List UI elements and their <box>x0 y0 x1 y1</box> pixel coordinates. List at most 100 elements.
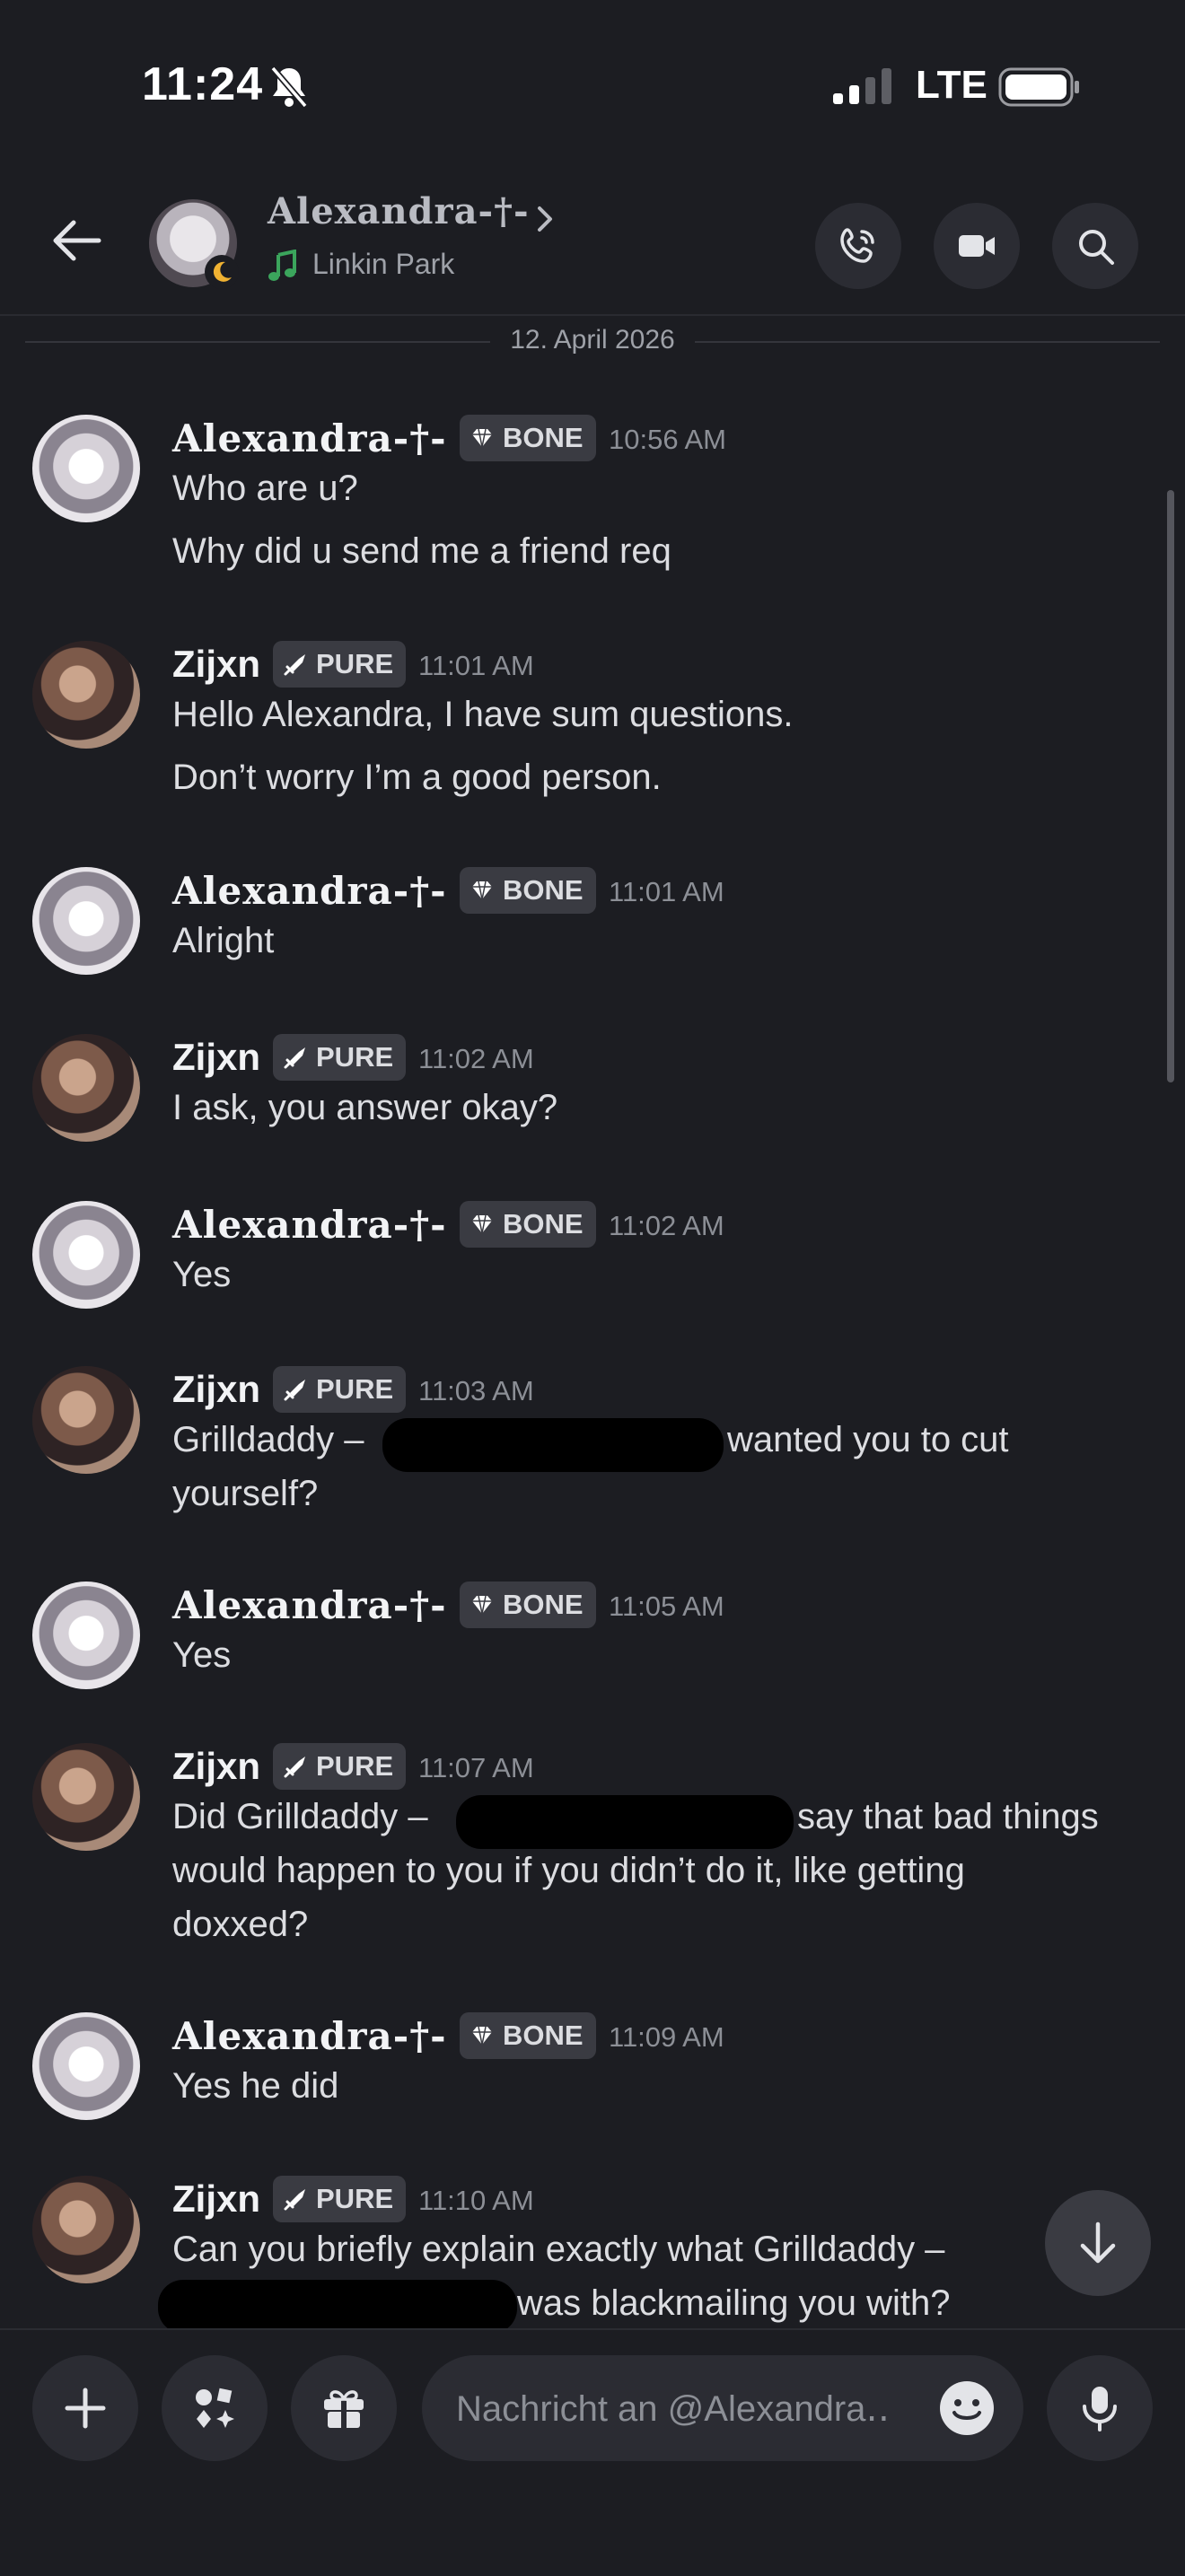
role-badge[interactable]: BONE <box>460 415 596 461</box>
video-camera-icon <box>959 235 995 257</box>
message-author[interactable]: Zijxn <box>172 1368 260 1411</box>
activity-status: Linkin Park <box>312 248 455 280</box>
jump-to-present-button[interactable] <box>1045 2190 1151 2296</box>
message-timestamp: 11:05 AM <box>609 1590 724 1622</box>
sword-icon <box>284 1757 305 1778</box>
message-text: I ask, you answer okay? <box>172 1088 558 1127</box>
message-item[interactable]: Zijxn PURE 11:02 AM I ask, you answer ok… <box>0 1034 1167 1151</box>
message-text: Yes he did <box>172 2066 339 2106</box>
message-author[interactable]: Zijxn <box>172 1745 260 1788</box>
message-input-wrapper <box>422 2355 1023 2463</box>
message-author[interactable]: Zijxn <box>172 2177 260 2221</box>
bell-muted-icon <box>270 66 308 109</box>
message-text: Can you briefly explain exactly what Gri… <box>172 2230 945 2269</box>
message-author[interactable]: Alexandra-†- <box>172 416 447 460</box>
role-badge[interactable]: PURE <box>273 1034 407 1081</box>
message-input[interactable] <box>454 2355 925 2463</box>
message-timestamp: 11:01 AM <box>418 650 534 681</box>
status-bar: 11:24 LTE <box>0 0 1185 171</box>
message-author[interactable]: Alexandra-†- <box>172 1583 447 1627</box>
message-timestamp: 10:56 AM <box>609 424 726 455</box>
phone-icon <box>840 228 874 263</box>
date-divider: 12. April 2026 <box>25 325 1160 361</box>
message-item[interactable]: Zijxn PURE 11:01 AM Hello Alexandra, I h… <box>0 641 1167 820</box>
avatar[interactable] <box>32 1582 140 1689</box>
status-time: 11:24 <box>142 58 264 110</box>
voice-call-button[interactable] <box>815 203 901 289</box>
avatar[interactable] <box>32 2176 140 2283</box>
music-note-icon <box>268 250 296 281</box>
message-timestamp: 11:07 AM <box>418 1752 534 1783</box>
role-badge[interactable]: PURE <box>273 1743 407 1790</box>
gem-icon <box>472 1214 492 1234</box>
message-timestamp: 11:09 AM <box>609 2021 724 2053</box>
badge-label: BONE <box>503 422 584 453</box>
message-item[interactable]: Zijxn PURE 11:10 AM Can you briefly expl… <box>0 2176 1167 2334</box>
message-item[interactable]: Alexandra-†- BONE 11:05 AM Yes <box>0 1582 1167 1698</box>
message-author[interactable]: Alexandra-†- <box>172 1203 447 1247</box>
avatar[interactable] <box>32 1743 140 1851</box>
header-username[interactable]: Alexandra-†- <box>268 190 530 232</box>
message-timestamp: 11:03 AM <box>418 1375 534 1406</box>
apps-icon <box>196 2388 234 2428</box>
redaction-block <box>158 2280 517 2334</box>
role-badge[interactable]: PURE <box>273 641 407 688</box>
search-button[interactable] <box>1052 203 1138 289</box>
message-text: Yes <box>172 1635 232 1675</box>
redaction-block <box>456 1795 794 1849</box>
message-text: Did Grilldaddy – <box>172 1797 428 1836</box>
message-author[interactable]: Alexandra-†- <box>172 2014 447 2058</box>
message-text: Hello Alexandra, I have sum questions. <box>172 695 794 734</box>
message-author[interactable]: Alexandra-†- <box>172 869 447 913</box>
gem-icon <box>472 881 492 900</box>
date-label: 12. April 2026 <box>490 325 695 355</box>
gift-button[interactable] <box>291 2355 397 2461</box>
gift-icon <box>324 2390 364 2428</box>
emoji-icon[interactable] <box>937 2379 996 2438</box>
role-badge[interactable]: BONE <box>460 1582 596 1628</box>
message-item[interactable]: Zijxn PURE 11:03 AM Grilldaddy – wanted … <box>0 1366 1167 1546</box>
message-author[interactable]: Zijxn <box>172 1036 260 1079</box>
avatar[interactable] <box>32 1366 140 1474</box>
message-timestamp: 11:02 AM <box>609 1210 724 1241</box>
idle-moon-icon <box>205 255 239 289</box>
role-badge[interactable]: PURE <box>273 2176 407 2222</box>
role-badge[interactable]: BONE <box>460 867 596 914</box>
role-badge[interactable]: BONE <box>460 2012 596 2059</box>
avatar[interactable] <box>32 415 140 522</box>
network-label: LTE <box>916 63 988 107</box>
message-text: was blackmailing you with? <box>517 2283 951 2323</box>
scrollbar[interactable] <box>1167 490 1174 1082</box>
message-author[interactable]: Zijxn <box>172 643 260 686</box>
message-item[interactable]: Zijxn PURE 11:07 AM Did Grilldaddy – say… <box>0 1743 1167 1976</box>
avatar[interactable] <box>32 1034 140 1142</box>
avatar[interactable] <box>32 641 140 749</box>
role-badge[interactable]: BONE <box>460 1201 596 1248</box>
chevron-right-icon[interactable] <box>531 201 558 237</box>
message-text: Alright <box>172 921 275 960</box>
avatar[interactable] <box>32 1201 140 1309</box>
avatar[interactable] <box>32 867 140 975</box>
message-timestamp: 11:10 AM <box>418 2185 534 2216</box>
badge-label: PURE <box>316 2183 394 2214</box>
badge-label: BONE <box>503 874 584 906</box>
gem-icon <box>472 2026 492 2046</box>
message-item[interactable]: Alexandra-†- BONE 11:09 AM Yes he did <box>0 2012 1167 2129</box>
arrow-down-icon <box>1080 2221 1116 2264</box>
video-call-button[interactable] <box>934 203 1020 289</box>
message-item[interactable]: Alexandra-†- BONE 11:01 AM Alright <box>0 867 1167 984</box>
message-timestamp: 11:02 AM <box>418 1043 534 1074</box>
avatar[interactable] <box>32 2012 140 2120</box>
message-text: would happen to you if you didn’t do it,… <box>172 1851 965 1890</box>
apps-button[interactable] <box>162 2355 268 2461</box>
role-badge[interactable]: PURE <box>273 1366 407 1413</box>
voice-message-button[interactable] <box>1047 2355 1153 2461</box>
microphone-icon <box>1083 2387 1117 2431</box>
message-composer <box>0 2328 1185 2576</box>
message-item[interactable]: Alexandra-†- BONE 11:02 AM Yes <box>0 1201 1167 1318</box>
add-attachment-button[interactable] <box>32 2355 138 2461</box>
back-arrow-icon[interactable] <box>43 206 111 275</box>
message-item[interactable]: Alexandra-†- BONE 10:56 AM Who are u? Wh… <box>0 415 1167 594</box>
badge-label: BONE <box>503 2020 584 2051</box>
message-text: doxxed? <box>172 1905 309 1944</box>
